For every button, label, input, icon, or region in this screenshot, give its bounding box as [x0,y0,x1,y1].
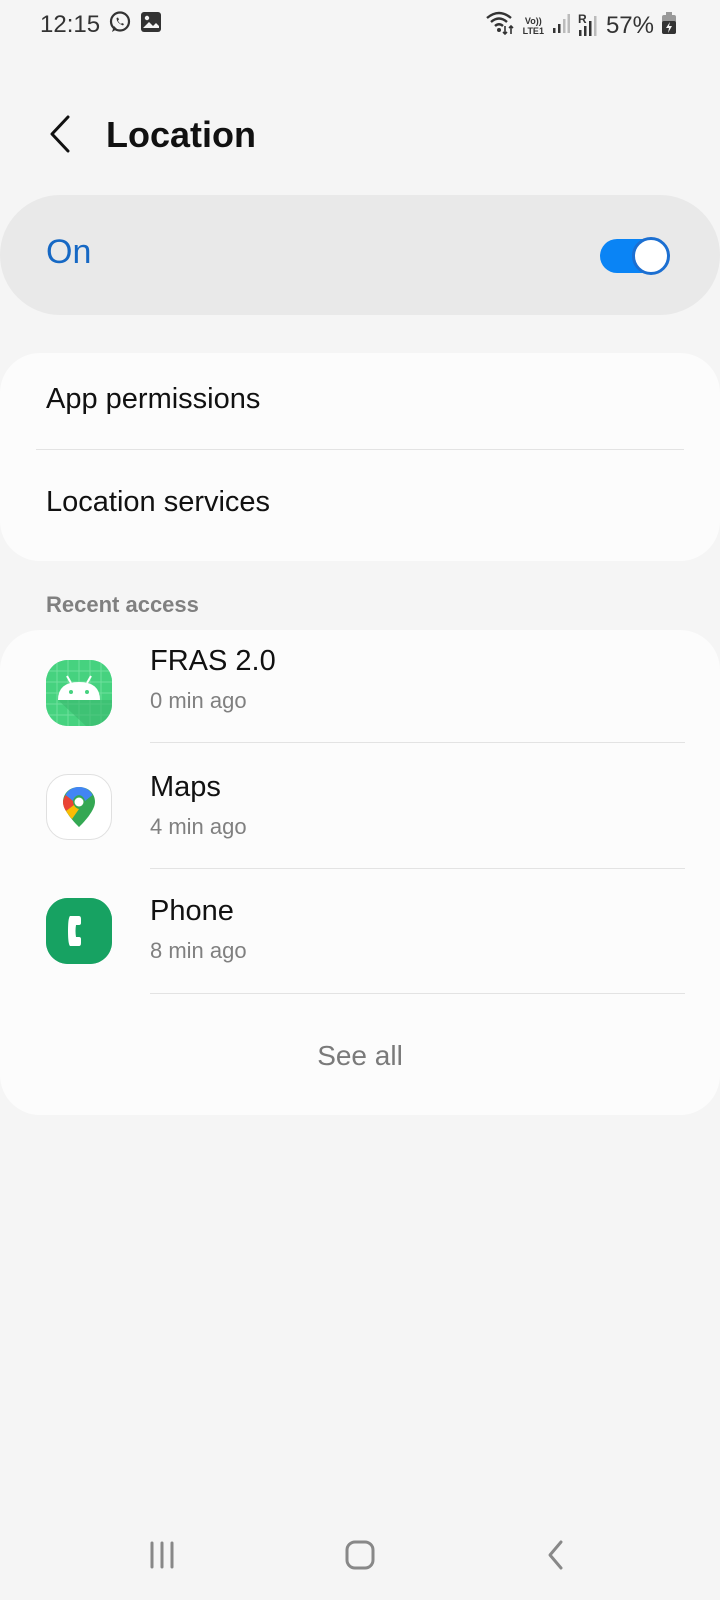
status-time: 12:15 [40,10,101,38]
menu-item-app-permissions[interactable]: App permissions [46,383,260,416]
app-access-time: 8 min ago [150,938,247,963]
recent-access-card: FRAS 2.0 0 min ago Maps 4 min ago Phone [0,630,720,1115]
page-title: Location [106,114,256,155]
divider [150,993,685,994]
back-icon [548,1540,563,1570]
recent-apps-button[interactable] [132,1530,192,1580]
recent-app-row[interactable]: Phone 8 min ago [0,882,720,1008]
wifi-icon [485,10,515,41]
whatsapp-icon [108,10,132,39]
app-access-time: 0 min ago [150,688,247,713]
recent-apps-icon [150,1541,174,1569]
app-name: Maps [150,771,221,803]
recent-app-row[interactable]: FRAS 2.0 0 min ago [0,630,720,756]
menu-item-location-services[interactable]: Location services [46,486,270,519]
divider [36,449,684,450]
toggle-thumb [632,237,670,275]
master-switch-label: On [46,233,92,271]
location-toggle[interactable] [600,237,670,275]
location-master-switch[interactable]: On [0,195,720,315]
battery-charging-icon [662,12,676,39]
chevron-left-icon [50,115,70,153]
signal-sim2-roaming-icon: R [578,12,598,38]
signal-sim1-icon [552,12,570,39]
volte-lte1-icon: Vo)) LTE1 [522,15,544,36]
recent-app-row[interactable]: Maps 4 min ago [0,756,720,882]
nav-back-button[interactable] [526,1530,586,1580]
status-bar: 12:15 Vo)) LTE1 R 57% [0,0,720,56]
divider [150,868,685,869]
see-all-button[interactable]: See all [0,1040,720,1072]
divider [150,742,685,743]
back-button[interactable] [38,112,82,156]
google-maps-icon [46,774,112,840]
phone-app-icon [46,898,112,964]
section-title-recent-access: Recent access [46,592,199,617]
home-button[interactable] [330,1530,390,1580]
app-name: FRAS 2.0 [150,645,276,677]
home-icon [345,1540,375,1570]
gallery-icon [140,11,162,38]
app-access-time: 4 min ago [150,814,247,839]
android-app-icon [46,660,112,726]
battery-percentage: 57% [605,11,654,39]
settings-card: App permissions Location services [0,353,720,561]
header: Location [0,100,720,172]
status-right: Vo)) LTE1 R 57% [485,10,676,41]
status-left: 12:15 [40,10,162,39]
navigation-bar [0,1520,720,1600]
app-name: Phone [150,895,234,927]
